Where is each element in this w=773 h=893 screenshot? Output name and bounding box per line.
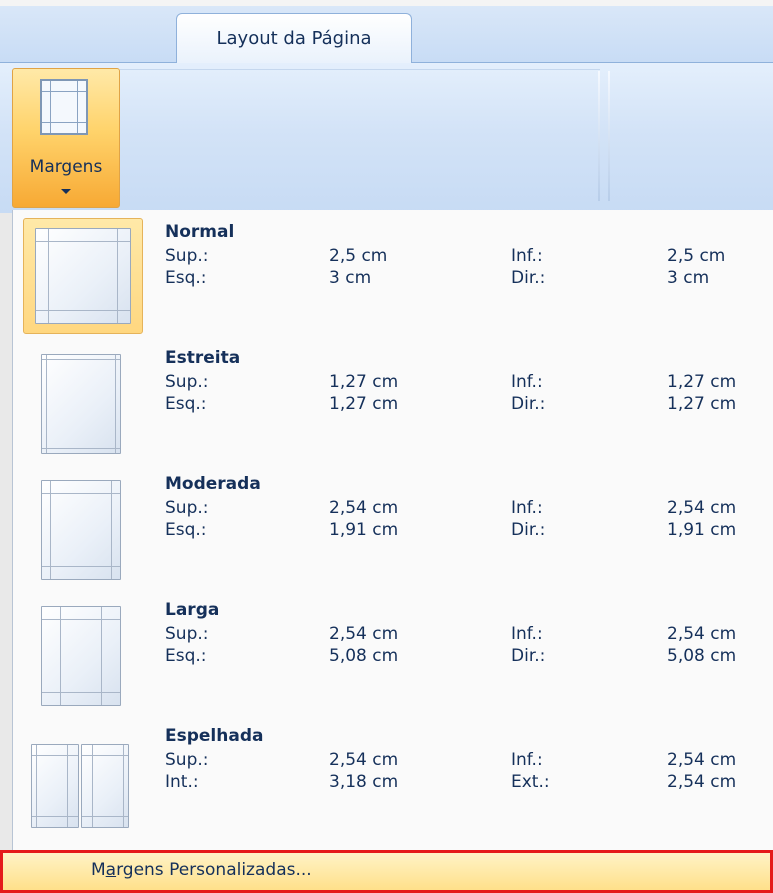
top-value: 2,54 cm — [329, 498, 399, 518]
left-value: 1,27 cm — [329, 394, 399, 414]
inside-label: Int.: — [165, 772, 199, 792]
ribbon-group-line — [120, 63, 600, 70]
bottom-label: Inf.: — [511, 498, 543, 518]
left-value: 5,08 cm — [329, 646, 399, 666]
custom-margins-menu-item[interactable]: Margens Personalizadas... — [0, 850, 773, 893]
option-name: Estreita — [165, 348, 241, 368]
left-value: 1,91 cm — [329, 520, 399, 540]
bottom-value: 1,27 cm — [667, 372, 737, 392]
margins-dropdown-menu: Normal Sup.: 2,5 cm Inf.: 2,5 cm Esq.: 3… — [12, 210, 773, 893]
margins-button[interactable]: Margens — [12, 68, 120, 208]
top-label: Sup.: — [165, 246, 209, 266]
margin-option-estreita[interactable]: Estreita Sup.: 1,27 cm Inf.: 1,27 cm Esq… — [13, 336, 773, 462]
top-label: Sup.: — [165, 624, 209, 644]
option-name: Espelhada — [165, 726, 264, 746]
bottom-label: Inf.: — [511, 372, 543, 392]
narrow-margins-icon — [41, 354, 121, 454]
top-value: 1,27 cm — [329, 372, 399, 392]
left-label: Esq.: — [165, 268, 207, 288]
right-value: 5,08 cm — [667, 646, 737, 666]
left-label: Esq.: — [165, 646, 207, 666]
bottom-value: 2,54 cm — [667, 750, 737, 770]
right-label: Dir.: — [511, 394, 546, 414]
inside-value: 3,18 cm — [329, 772, 399, 792]
top-value: 2,54 cm — [329, 750, 399, 770]
outside-label: Ext.: — [511, 772, 550, 792]
top-value: 2,54 cm — [329, 624, 399, 644]
ribbon-separator — [608, 71, 610, 201]
left-label: Esq.: — [165, 520, 207, 540]
option-name: Normal — [165, 222, 235, 242]
bottom-label: Inf.: — [511, 750, 543, 770]
bottom-value: 2,54 cm — [667, 624, 737, 644]
option-name: Moderada — [165, 474, 261, 494]
right-value: 3 cm — [667, 268, 710, 288]
top-label: Sup.: — [165, 750, 209, 770]
mirrored-margins-left-page-icon — [31, 744, 79, 828]
margin-option-espelhada[interactable]: Espelhada Sup.: 2,54 cm Inf.: 2,54 cm In… — [13, 714, 773, 840]
outside-value: 2,54 cm — [667, 772, 737, 792]
page-margins-icon — [40, 79, 88, 135]
left-value: 3 cm — [329, 268, 372, 288]
option-name: Larga — [165, 600, 220, 620]
right-label: Dir.: — [511, 646, 546, 666]
top-label: Sup.: — [165, 498, 209, 518]
margin-option-normal[interactable]: Normal Sup.: 2,5 cm Inf.: 2,5 cm Esq.: 3… — [13, 210, 773, 336]
top-label: Sup.: — [165, 372, 209, 392]
margins-button-label: Margens — [29, 157, 103, 177]
bottom-label: Inf.: — [511, 246, 543, 266]
wide-margins-icon — [41, 606, 121, 706]
tab-layout-da-pagina[interactable]: Layout da Página — [176, 13, 412, 63]
bottom-value: 2,54 cm — [667, 498, 737, 518]
mirrored-margins-right-page-icon — [81, 744, 129, 828]
ribbon-tab-strip: Layout da Página — [0, 0, 773, 63]
margin-option-moderada[interactable]: Moderada Sup.: 2,54 cm Inf.: 2,54 cm Esq… — [13, 462, 773, 588]
right-value: 1,91 cm — [667, 520, 737, 540]
right-label: Dir.: — [511, 520, 546, 540]
right-label: Dir.: — [511, 268, 546, 288]
normal-margins-icon — [35, 228, 131, 324]
bottom-value: 2,5 cm — [667, 246, 726, 266]
bottom-label: Inf.: — [511, 624, 543, 644]
left-label: Esq.: — [165, 394, 207, 414]
access-key: a — [105, 860, 117, 880]
custom-margins-label: Margens Personalizadas... — [91, 860, 312, 880]
moderate-margins-icon — [41, 480, 121, 580]
top-value: 2,5 cm — [329, 246, 388, 266]
right-value: 1,27 cm — [667, 394, 737, 414]
margin-option-larga[interactable]: Larga Sup.: 2,54 cm Inf.: 2,54 cm Esq.: … — [13, 588, 773, 714]
ribbon-separator — [598, 71, 600, 201]
dropdown-arrow-icon — [61, 189, 71, 194]
